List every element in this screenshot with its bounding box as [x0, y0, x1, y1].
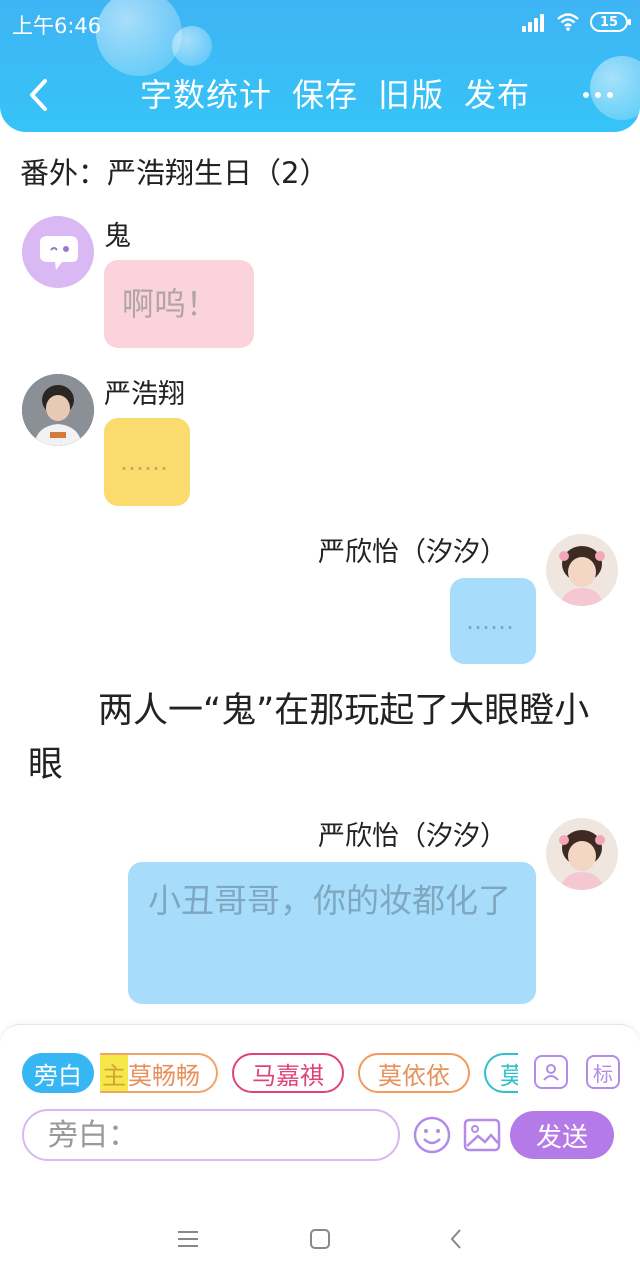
- role-chip-narration[interactable]: 旁白: [22, 1053, 94, 1093]
- role-chip-label: 旁白: [34, 1061, 82, 1090]
- tag-icon[interactable]: 标: [586, 1055, 620, 1089]
- sender-name: 鬼: [104, 221, 131, 252]
- menu-icon[interactable]: [168, 1224, 208, 1254]
- old-version-button[interactable]: 旧版: [378, 72, 444, 118]
- wifi-icon: [557, 13, 579, 31]
- battery-icon: 15: [590, 12, 631, 32]
- message-bubble[interactable]: 小丑哥哥，你的妆都化了: [128, 862, 536, 1004]
- input-panel: 旁白 主 莫畅畅 马嘉祺 莫依依 莫 标 发送: [0, 1024, 640, 1196]
- toolbar-actions: 字数统计 保存 旧版 发布: [140, 72, 530, 118]
- role-chip-label: 莫依依: [378, 1061, 450, 1090]
- ghost-avatar-icon: [40, 236, 78, 270]
- publish-button[interactable]: 发布: [464, 72, 530, 118]
- message-text: ……: [120, 448, 168, 476]
- word-count-button[interactable]: 字数统计: [140, 72, 272, 118]
- home-icon[interactable]: [300, 1224, 340, 1254]
- nav-back-icon[interactable]: [436, 1224, 476, 1254]
- girl-avatar-icon: [546, 818, 618, 890]
- app-header: 上午6:46 15 字数统计 保存 旧版 发布: [0, 0, 640, 132]
- message-bubble[interactable]: ……: [450, 578, 536, 664]
- save-button[interactable]: 保存: [292, 72, 358, 118]
- battery-level: 15: [599, 14, 619, 30]
- role-chip-ma-jiaqi[interactable]: 马嘉祺: [232, 1053, 344, 1093]
- more-icon[interactable]: [578, 80, 618, 110]
- tag-label: 标: [593, 1061, 613, 1086]
- status-bar: 上午6:46 15: [0, 0, 640, 48]
- role-chip-mo-changchang[interactable]: 主 莫畅畅: [100, 1053, 218, 1093]
- status-icons: 15: [522, 12, 631, 32]
- message-bubble[interactable]: 啊呜！: [104, 260, 254, 348]
- girl-avatar-icon: [546, 534, 618, 606]
- role-chip-label: 莫畅畅: [128, 1061, 200, 1090]
- avatar-yan-xinyi[interactable]: [546, 534, 618, 606]
- chapter-title: 番外：严浩翔生日（2）: [20, 156, 329, 190]
- avatar-ghost[interactable]: [22, 216, 94, 288]
- image-icon[interactable]: [462, 1115, 502, 1155]
- role-chip-label: 马嘉祺: [252, 1061, 324, 1090]
- sender-name: 严欣怡（汐汐）: [318, 821, 507, 852]
- status-time: 上午6:46: [12, 14, 102, 38]
- sender-name: 严欣怡（汐汐）: [318, 537, 507, 568]
- message-text: 小丑哥哥，你的妆都化了: [148, 881, 511, 920]
- main-role-marker: 主: [100, 1055, 128, 1091]
- editor-toolbar: 字数统计 保存 旧版 发布: [0, 60, 640, 130]
- sender-name: 严浩翔: [104, 379, 185, 410]
- back-button[interactable]: [18, 72, 58, 118]
- send-button[interactable]: 发送: [510, 1111, 614, 1159]
- role-chip-partial[interactable]: 莫: [484, 1053, 518, 1093]
- message-text: ……: [466, 607, 514, 635]
- emoji-icon[interactable]: [412, 1115, 452, 1155]
- avatar-yan-haoxiang[interactable]: [22, 374, 94, 446]
- role-chip-mo-yiyi[interactable]: 莫依依: [358, 1053, 470, 1093]
- send-label: 发送: [535, 1122, 588, 1153]
- person-avatar-icon: [22, 374, 94, 446]
- back-icon: [30, 79, 47, 111]
- message-text: 啊呜！: [122, 285, 219, 323]
- role-chip-label: 莫: [500, 1056, 518, 1091]
- narration-text[interactable]: 两人一“鬼”在那玩起了大眼瞪小眼: [28, 684, 608, 792]
- message-input[interactable]: [22, 1109, 400, 1161]
- message-bubble[interactable]: ……: [104, 418, 190, 506]
- contact-icon[interactable]: [534, 1055, 568, 1089]
- signal-icon: [522, 12, 546, 32]
- avatar-yan-xinyi[interactable]: [546, 818, 618, 890]
- system-nav-bar: [0, 1196, 640, 1280]
